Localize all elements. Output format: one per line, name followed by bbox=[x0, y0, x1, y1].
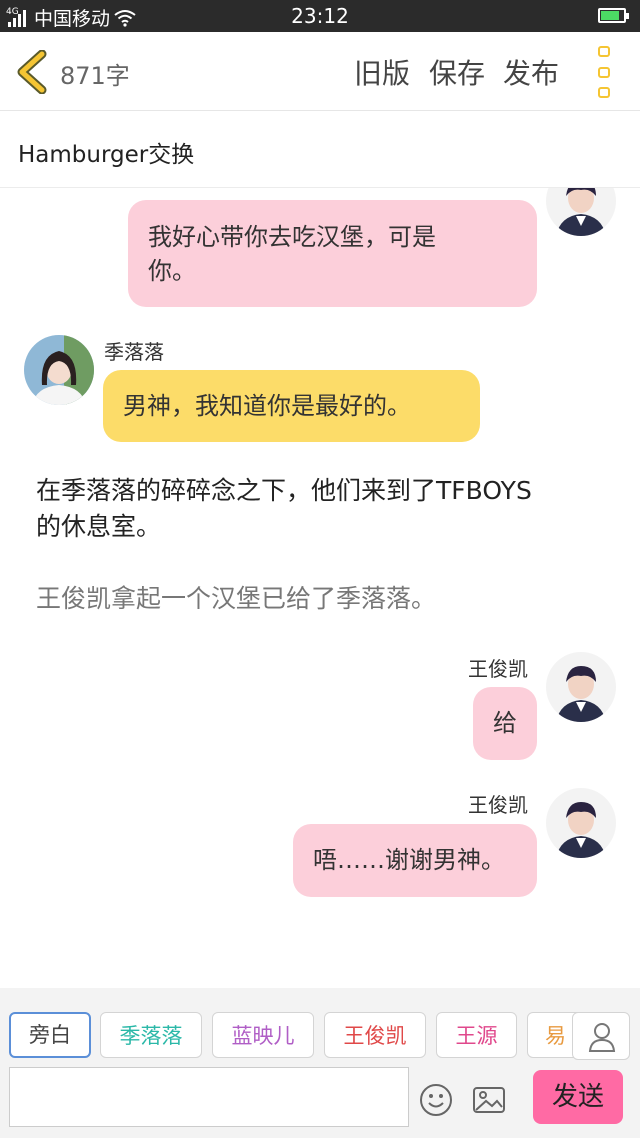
send-button[interactable]: 发送 bbox=[533, 1070, 623, 1124]
chat-bubble[interactable]: 我好心带你去吃汉堡，可是 你。 bbox=[128, 200, 537, 307]
chat-bubble[interactable]: 给 bbox=[473, 687, 537, 760]
back-button[interactable] bbox=[14, 49, 54, 95]
message-text: 给 bbox=[493, 709, 517, 737]
message-text: 男神，我知道你是最好的。 bbox=[123, 392, 411, 420]
story-title[interactable]: Hamburger交换 bbox=[18, 135, 194, 169]
avatar bbox=[546, 188, 616, 236]
story-content: 我好心带你去吃汉堡，可是 你。 季落落 男神，我知道你是最好的。 在季落落的碎碎… bbox=[0, 188, 640, 988]
message-text: 唔……谢谢男神。 bbox=[313, 846, 505, 874]
chat-bubble[interactable]: 男神，我知道你是最好的。 bbox=[103, 370, 480, 442]
save-button[interactable]: 保存 bbox=[429, 52, 485, 92]
emoji-icon[interactable] bbox=[418, 1082, 454, 1118]
role-chip[interactable]: 王俊凯 bbox=[324, 1012, 426, 1058]
status-bar: 4G 中国移动 23:12 bbox=[0, 0, 640, 32]
avatar bbox=[24, 335, 94, 405]
editor-header: 871字 旧版 保存 发布 bbox=[0, 32, 640, 111]
message-text: 我好心带你去吃汉堡，可是 bbox=[148, 223, 436, 251]
title-bar: Hamburger交换 bbox=[0, 111, 640, 188]
role-chip[interactable]: 王源 bbox=[436, 1012, 517, 1058]
publish-button[interactable]: 发布 bbox=[503, 52, 559, 92]
word-count: 871字 bbox=[60, 62, 130, 90]
role-chip-narrator[interactable]: 旁白 bbox=[9, 1012, 91, 1058]
avatar bbox=[546, 788, 616, 858]
narration-paragraph[interactable]: 王俊凯拿起一个汉堡已给了季落落。 bbox=[36, 581, 606, 617]
chat-bubble[interactable]: 唔……谢谢男神。 bbox=[293, 824, 537, 897]
role-chip[interactable]: 蓝映儿 bbox=[212, 1012, 314, 1058]
role-chip[interactable]: 季落落 bbox=[100, 1012, 202, 1058]
message-input[interactable] bbox=[9, 1067, 409, 1127]
speaker-name: 季落落 bbox=[104, 340, 164, 364]
old-version-button[interactable]: 旧版 bbox=[354, 52, 410, 92]
message-text: 你。 bbox=[148, 257, 196, 285]
speaker-name: 王俊凯 bbox=[468, 657, 528, 681]
person-icon bbox=[588, 1023, 616, 1052]
clock: 23:12 bbox=[291, 4, 349, 28]
narration-paragraph[interactable]: 在季落落的碎碎念之下，他们来到了TFBOYS 的休息室。 bbox=[36, 473, 606, 545]
back-chevron-icon bbox=[17, 49, 47, 95]
add-role-button[interactable] bbox=[572, 1012, 630, 1060]
more-icon[interactable] bbox=[592, 46, 616, 98]
role-selector: 旁白 季落落 蓝映儿 王俊凯 王源 易 bbox=[0, 1010, 640, 1062]
speaker-name: 王俊凯 bbox=[468, 793, 528, 817]
compose-panel: 旁白 季落落 蓝映儿 王俊凯 王源 易 发送 bbox=[0, 988, 640, 1138]
image-icon[interactable] bbox=[471, 1082, 507, 1118]
battery-icon bbox=[598, 8, 629, 23]
avatar bbox=[546, 652, 616, 722]
